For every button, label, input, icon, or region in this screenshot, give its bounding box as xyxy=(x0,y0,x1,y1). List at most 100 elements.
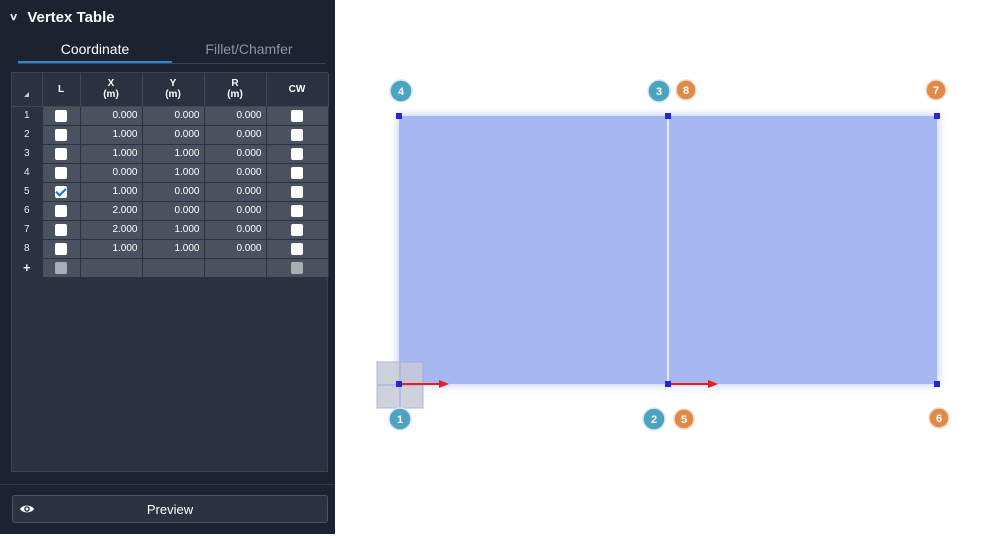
r-cell[interactable]: 0.000 xyxy=(204,220,267,240)
cw-checkbox[interactable] xyxy=(291,109,303,122)
l-checkbox[interactable] xyxy=(55,242,67,255)
r-cell[interactable]: 0.000 xyxy=(204,239,267,259)
row-index: 8 xyxy=(12,239,43,259)
column-header-r[interactable]: R (m) xyxy=(204,73,267,107)
cw-checkbox[interactable] xyxy=(291,147,303,160)
column-header-l[interactable]: L xyxy=(42,73,81,107)
chevron-down-icon[interactable]: ∨ xyxy=(9,12,19,23)
vertex-table-panel: ∨ Vertex Table Coordinate Fillet/Chamfer… xyxy=(0,0,335,534)
add-row-button[interactable]: + xyxy=(12,258,43,278)
l-checkbox[interactable] xyxy=(55,204,67,217)
y-cell[interactable]: 1.000 xyxy=(142,220,205,240)
cw-cell xyxy=(266,106,329,126)
sketch-svg: 1 2 3 4 5 6 7 8 xyxy=(376,79,950,431)
preview-area: Preview xyxy=(0,484,335,534)
l-checkbox[interactable] xyxy=(55,223,67,236)
y-cell[interactable]: 0.000 xyxy=(142,201,205,221)
table-row[interactable]: 4 0.000 1.000 0.000 xyxy=(12,163,329,183)
corner-triangle-icon xyxy=(24,92,30,98)
column-header-cw[interactable]: CW xyxy=(266,73,329,107)
cw-cell xyxy=(266,163,329,183)
r-cell[interactable]: 0.000 xyxy=(204,201,267,221)
vertex-badge-4: 4 xyxy=(389,79,413,103)
x-cell[interactable]: 1.000 xyxy=(80,125,143,145)
r-cell[interactable]: 0.000 xyxy=(204,144,267,164)
cw-checkbox[interactable] xyxy=(291,223,303,236)
preview-button[interactable]: Preview xyxy=(12,495,328,523)
eye-icon xyxy=(19,501,35,520)
table-row[interactable]: 8 1.000 1.000 0.000 xyxy=(12,239,329,259)
vertex-handle[interactable] xyxy=(665,113,671,119)
l-checkbox[interactable] xyxy=(55,261,67,274)
tab-fillet-chamfer[interactable]: Fillet/Chamfer xyxy=(172,36,326,63)
vertex-handle[interactable] xyxy=(396,113,402,119)
vertex-table: L X (m) Y (m) R (m) CW 1 0.000 0.000 0.000 2 1.0… xyxy=(11,72,329,472)
table-row[interactable]: 7 2.000 1.000 0.000 xyxy=(12,220,329,240)
table-row[interactable]: 3 1.000 1.000 0.000 xyxy=(12,144,329,164)
r-cell[interactable]: 0.000 xyxy=(204,163,267,183)
x-cell[interactable] xyxy=(80,258,143,278)
y-cell[interactable]: 1.000 xyxy=(142,144,205,164)
face-right[interactable] xyxy=(668,116,937,384)
cw-cell xyxy=(266,220,329,240)
l-checkbox[interactable] xyxy=(55,147,67,160)
select-all-corner[interactable] xyxy=(12,73,43,107)
x-cell[interactable]: 1.000 xyxy=(80,239,143,259)
vertex-handle[interactable] xyxy=(665,381,671,387)
y-cell[interactable]: 0.000 xyxy=(142,125,205,145)
cw-checkbox[interactable] xyxy=(291,204,303,217)
l-checkbox[interactable] xyxy=(55,166,67,179)
r-cell[interactable]: 0.000 xyxy=(204,106,267,126)
l-cell xyxy=(42,144,81,164)
cw-cell xyxy=(266,125,329,145)
x-cell[interactable]: 0.000 xyxy=(80,106,143,126)
r-cell[interactable]: 0.000 xyxy=(204,125,267,145)
l-cell xyxy=(42,201,81,221)
y-cell[interactable]: 0.000 xyxy=(142,182,205,202)
table-row[interactable]: 5 1.000 0.000 0.000 xyxy=(12,182,329,202)
table-row[interactable]: 1 0.000 0.000 0.000 xyxy=(12,106,329,126)
x-cell[interactable]: 1.000 xyxy=(80,144,143,164)
tab-coordinate[interactable]: Coordinate xyxy=(18,36,172,63)
svg-text:5: 5 xyxy=(681,414,687,426)
tab-bar: Coordinate Fillet/Chamfer xyxy=(18,36,326,64)
column-header-r-unit: (m) xyxy=(227,89,243,101)
cw-checkbox[interactable] xyxy=(291,261,303,274)
column-header-x[interactable]: X (m) xyxy=(80,73,143,107)
vertex-handle[interactable] xyxy=(934,113,940,119)
row-index: 5 xyxy=(12,182,43,202)
x-cell[interactable]: 2.000 xyxy=(80,201,143,221)
y-cell[interactable]: 0.000 xyxy=(142,106,205,126)
y-cell[interactable]: 1.000 xyxy=(142,239,205,259)
r-cell[interactable]: 0.000 xyxy=(204,182,267,202)
cw-checkbox[interactable] xyxy=(291,242,303,255)
cw-checkbox[interactable] xyxy=(291,166,303,179)
face-left[interactable] xyxy=(399,116,668,384)
x-cell[interactable]: 0.000 xyxy=(80,163,143,183)
vertex-badge-2: 2 xyxy=(642,407,666,431)
panel-header[interactable]: ∨ Vertex Table xyxy=(0,0,335,34)
cw-checkbox[interactable] xyxy=(291,185,303,198)
cw-checkbox[interactable] xyxy=(291,128,303,141)
table-row[interactable]: 6 2.000 0.000 0.000 xyxy=(12,201,329,221)
svg-text:6: 6 xyxy=(936,413,942,425)
svg-text:3: 3 xyxy=(656,86,662,98)
row-index: 4 xyxy=(12,163,43,183)
r-cell[interactable] xyxy=(204,258,267,278)
l-checkbox[interactable] xyxy=(55,109,67,122)
vertex-handle[interactable] xyxy=(934,381,940,387)
x-cell[interactable]: 2.000 xyxy=(80,220,143,240)
preview-button-label: Preview xyxy=(146,501,194,517)
y-cell[interactable]: 1.000 xyxy=(142,163,205,183)
vertex-handle[interactable] xyxy=(396,381,402,387)
x-cell[interactable]: 1.000 xyxy=(80,182,143,202)
y-cell[interactable] xyxy=(142,258,205,278)
l-cell xyxy=(42,163,81,183)
add-row[interactable]: + xyxy=(12,258,329,278)
l-checkbox[interactable] xyxy=(55,185,67,198)
table-row[interactable]: 2 1.000 0.000 0.000 xyxy=(12,125,329,145)
sketch-canvas[interactable]: 1 2 3 4 5 6 7 8 xyxy=(335,0,1000,534)
column-header-y[interactable]: Y (m) xyxy=(142,73,205,107)
l-checkbox[interactable] xyxy=(55,128,67,141)
vertex-badge-6: 6 xyxy=(928,407,950,429)
